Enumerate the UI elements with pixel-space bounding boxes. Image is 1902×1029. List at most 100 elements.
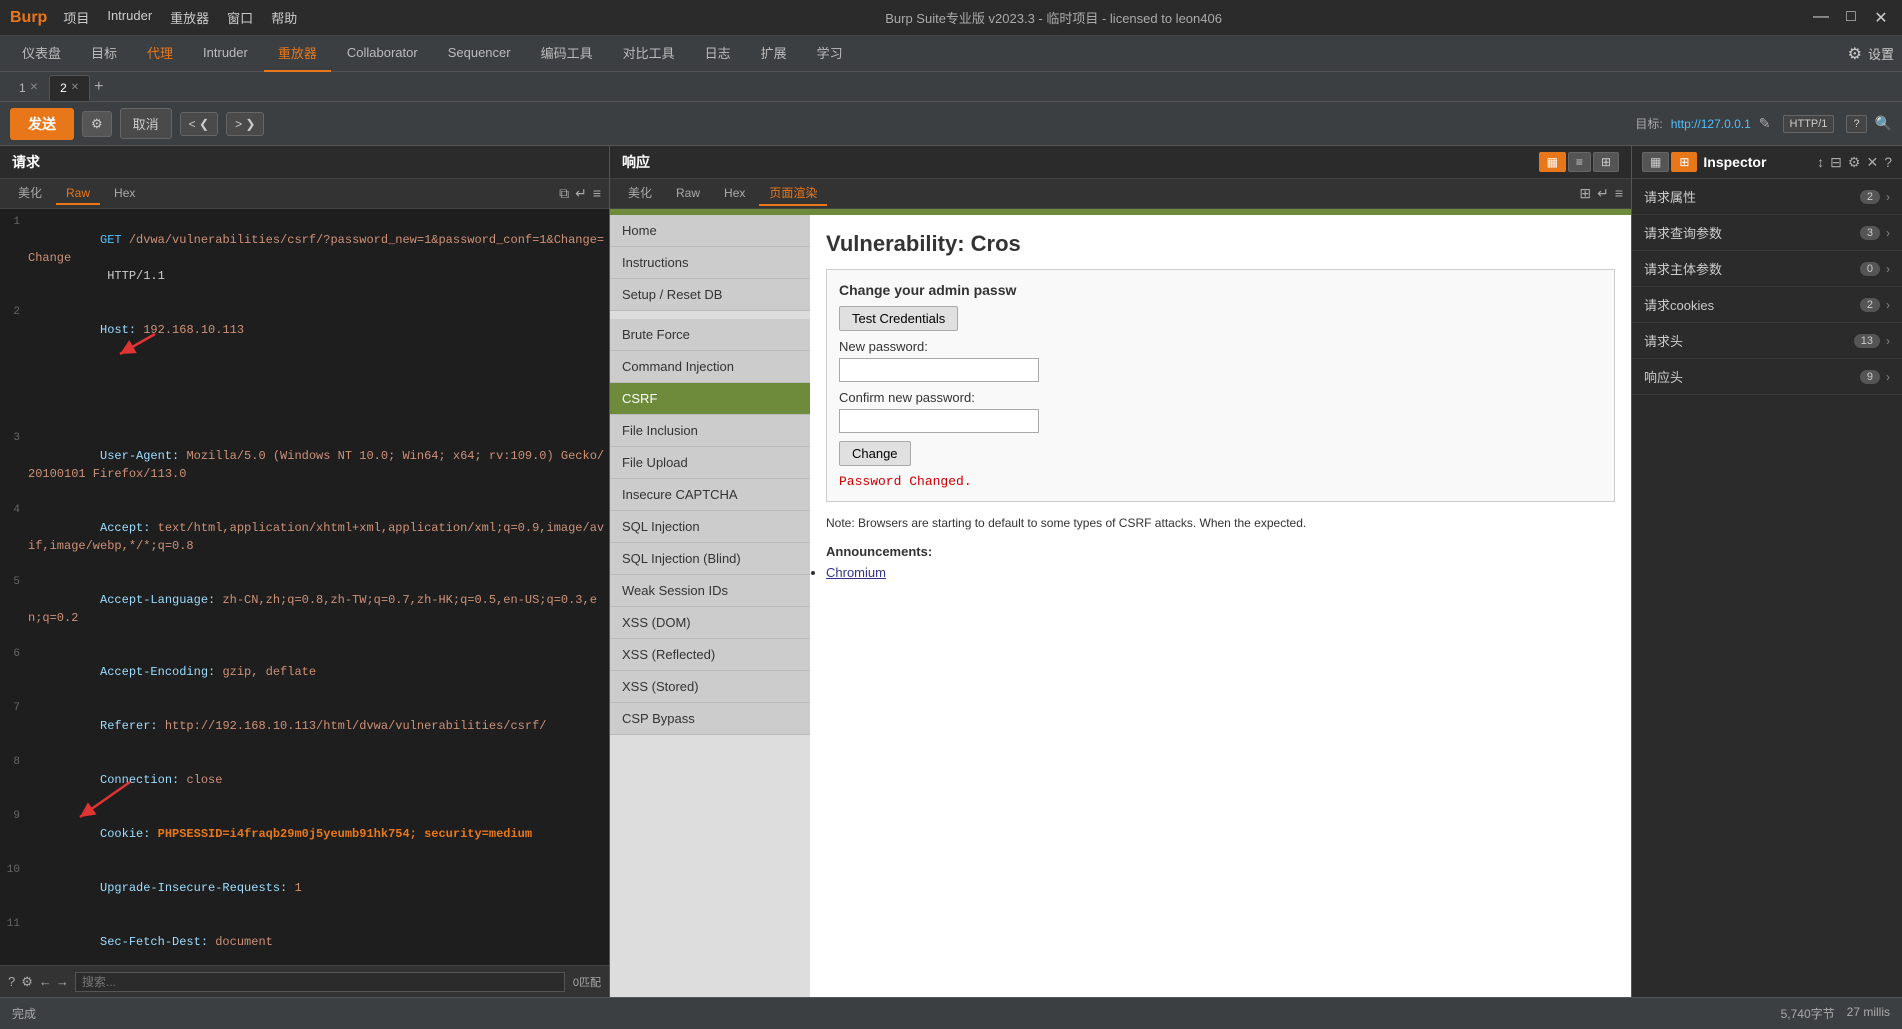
inspector-row-cookies[interactable]: 请求cookies 2 ›	[1632, 287, 1902, 323]
request-tab-2[interactable]: 2 ✕	[49, 75, 90, 101]
dvwa-menu-instructions[interactable]: Instructions	[610, 247, 810, 279]
add-tab-button[interactable]: +	[90, 78, 107, 96]
dvwa-menu-sql-injection-blind[interactable]: SQL Injection (Blind)	[610, 543, 810, 575]
subtab-hex[interactable]: Hex	[104, 183, 145, 205]
dvwa-menu-xss-dom[interactable]: XSS (DOM)	[610, 607, 810, 639]
view-grid-btn[interactable]: ⊞	[1593, 152, 1619, 172]
nav-prev-button[interactable]: < ❮	[180, 112, 218, 136]
back-icon[interactable]: ←	[39, 974, 52, 989]
tab-proxy[interactable]: 代理	[133, 36, 187, 72]
more-icon[interactable]: ≡	[593, 185, 601, 202]
subtab-raw[interactable]: Raw	[56, 183, 100, 205]
search-icon[interactable]: 🔍	[1875, 115, 1892, 132]
inspector-title: Inspector	[1703, 154, 1811, 170]
resp-subtab-beautify[interactable]: 美化	[618, 181, 662, 206]
copy-icon[interactable]: ⧉	[559, 185, 569, 202]
settings-button[interactable]: ⚙	[82, 111, 112, 137]
subtab-beautify[interactable]: 美化	[8, 181, 52, 206]
inspector-label-req-headers: 请求头	[1644, 331, 1854, 350]
inspector-count-req-headers: 13	[1854, 334, 1880, 348]
settings-label[interactable]: 设置	[1868, 44, 1894, 63]
dvwa-menu-sql-injection[interactable]: SQL Injection	[610, 511, 810, 543]
request-panel-header: 请求	[0, 146, 609, 179]
resp-subtab-hex[interactable]: Hex	[714, 183, 755, 205]
request-code-area[interactable]: 1 GET /dvwa/vulnerabilities/csrf/?passwo…	[0, 209, 609, 965]
insp-view-btn2[interactable]: ⊞	[1671, 152, 1697, 172]
dvwa-menu-csp-bypass[interactable]: CSP Bypass	[610, 703, 810, 735]
nav-next-button[interactable]: > ❯	[226, 112, 264, 136]
resp-subtab-render[interactable]: 页面渲染	[759, 181, 827, 206]
inspector-expand-icon[interactable]: ?	[1884, 154, 1892, 170]
resp-icon2[interactable]: ↵	[1597, 185, 1609, 202]
menu-window[interactable]: 窗口	[227, 8, 253, 27]
new-password-input[interactable]	[839, 358, 1039, 382]
tab-repeater[interactable]: 重放器	[264, 36, 331, 72]
inspector-row-req-headers[interactable]: 请求头 13 ›	[1632, 323, 1902, 359]
menu-repeater[interactable]: 重放器	[170, 8, 209, 27]
resp-icon3[interactable]: ≡	[1615, 185, 1623, 202]
tab-extensions[interactable]: 扩展	[747, 36, 801, 72]
dvwa-menu-file-upload[interactable]: File Upload	[610, 447, 810, 479]
request-tab-1[interactable]: 1 ✕	[8, 75, 49, 101]
menu-intruder[interactable]: Intruder	[107, 8, 152, 27]
chromium-link[interactable]: Chromium	[826, 565, 886, 580]
inspector-row-body-params[interactable]: 请求主体参数 0 ›	[1632, 251, 1902, 287]
resp-icon1[interactable]: ⊞	[1579, 185, 1591, 202]
target-url: http://127.0.0.1	[1671, 117, 1751, 131]
tab-comparer[interactable]: 对比工具	[609, 36, 689, 72]
tab-sequencer[interactable]: Sequencer	[434, 36, 525, 72]
close-button[interactable]: ✕	[1870, 8, 1892, 28]
tab2-close[interactable]: ✕	[71, 82, 79, 93]
dvwa-menu-insecure-captcha[interactable]: Insecure CAPTCHA	[610, 479, 810, 511]
tab-collaborator[interactable]: Collaborator	[333, 36, 432, 72]
dvwa-menu-file-inclusion[interactable]: File Inclusion	[610, 415, 810, 447]
menu-project[interactable]: 项目	[63, 8, 89, 27]
dvwa-menu-home[interactable]: Home	[610, 215, 810, 247]
resp-subtab-raw[interactable]: Raw	[666, 183, 710, 205]
help-icon-bottom[interactable]: ?	[8, 974, 15, 989]
inspector-filter-icon[interactable]: ⊟	[1830, 154, 1842, 171]
dvwa-menu-csrf[interactable]: CSRF	[610, 383, 810, 415]
confirm-password-input[interactable]	[839, 409, 1039, 433]
minimize-button[interactable]: —	[1810, 8, 1832, 28]
inspector-settings-icon[interactable]: ⚙	[1848, 154, 1861, 171]
menu-help[interactable]: 帮助	[271, 8, 297, 27]
tab-learn[interactable]: 学习	[803, 36, 857, 72]
wrap-icon[interactable]: ↵	[575, 185, 587, 202]
inspector-row-query-params[interactable]: 请求查询参数 3 ›	[1632, 215, 1902, 251]
inspector-close-icon[interactable]: ✕	[1866, 154, 1878, 171]
tab-encoder[interactable]: 编码工具	[527, 36, 607, 72]
code-line-1: 1 GET /dvwa/vulnerabilities/csrf/?passwo…	[0, 213, 609, 303]
forward-icon[interactable]: →	[56, 974, 69, 989]
test-credentials-button[interactable]: Test Credentials	[839, 306, 958, 331]
dvwa-menu-bruteforce[interactable]: Brute Force	[610, 319, 810, 351]
insp-view-btn1[interactable]: ▦	[1642, 152, 1669, 172]
dvwa-menu-xss-stored[interactable]: XSS (Stored)	[610, 671, 810, 703]
new-password-label: New password:	[839, 339, 1602, 354]
tab-intruder[interactable]: Intruder	[189, 36, 262, 72]
dvwa-menu-command-injection[interactable]: Command Injection	[610, 351, 810, 383]
tab1-close[interactable]: ✕	[30, 82, 38, 93]
help-icon[interactable]: ?	[1846, 115, 1866, 133]
dvwa-menu-xss-reflected[interactable]: XSS (Reflected)	[610, 639, 810, 671]
tab-target[interactable]: 目标	[77, 36, 131, 72]
dvwa-menu-setup[interactable]: Setup / Reset DB	[610, 279, 810, 311]
view-split-btn[interactable]: ▦	[1539, 152, 1566, 172]
view-horiz-btn[interactable]: ≡	[1568, 152, 1591, 172]
inspector-sort-icon[interactable]: ↕	[1817, 154, 1824, 170]
send-button[interactable]: 发送	[10, 108, 74, 140]
inspector-count-query-params: 3	[1860, 226, 1880, 240]
search-input[interactable]	[75, 972, 565, 992]
maximize-button[interactable]: □	[1840, 8, 1862, 28]
settings-icon-bottom[interactable]: ⚙	[21, 974, 33, 990]
tab-logger[interactable]: 日志	[691, 36, 745, 72]
settings-icon[interactable]: ⚙	[1848, 44, 1862, 64]
change-password-button[interactable]: Change	[839, 441, 911, 466]
http-version-badge[interactable]: HTTP/1	[1783, 115, 1835, 133]
inspector-row-request-attrs[interactable]: 请求属性 2 ›	[1632, 179, 1902, 215]
dvwa-menu-weak-session[interactable]: Weak Session IDs	[610, 575, 810, 607]
edit-target-icon[interactable]: ✎	[1759, 115, 1771, 132]
cancel-button[interactable]: 取消	[120, 108, 172, 139]
tab-dashboard[interactable]: 仪表盘	[8, 36, 75, 72]
inspector-row-resp-headers[interactable]: 响应头 9 ›	[1632, 359, 1902, 395]
